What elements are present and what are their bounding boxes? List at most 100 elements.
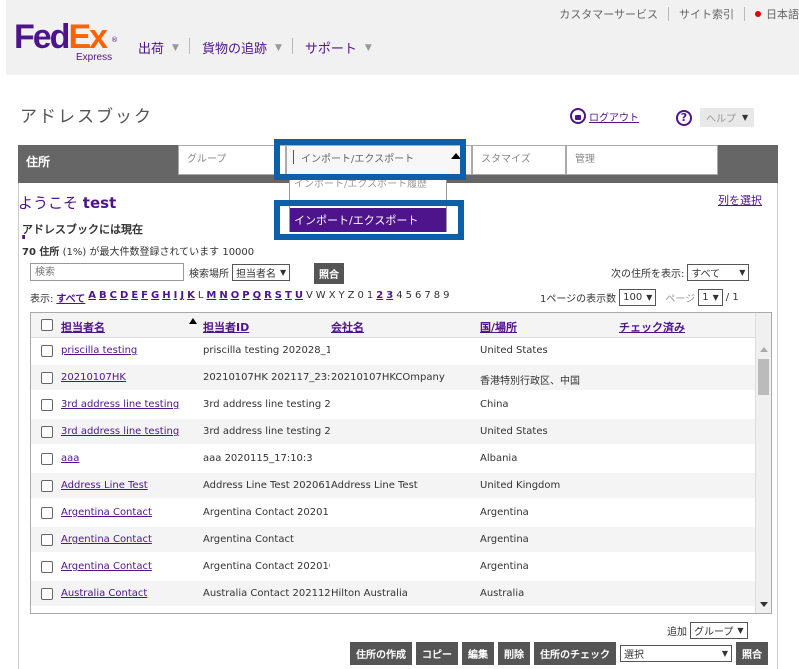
- table-row[interactable]: 20210107HK 20210107HK 202117_23:1: 2021010…: [31, 365, 755, 390]
- cell-contact-name[interactable]: Address Line Test: [61, 480, 198, 491]
- header-contact-name[interactable]: 担当者名: [61, 319, 198, 335]
- create-address-button[interactable]: 住所の作成: [350, 642, 412, 665]
- table-row[interactable]: Address Line Test Address Line Test 20206…: [31, 473, 755, 498]
- alpha-letter-r[interactable]: R: [264, 290, 272, 305]
- cell-contact-name[interactable]: 3rd address line testing: [61, 399, 198, 410]
- page-select[interactable]: 1 ▼: [698, 289, 723, 306]
- row-checkbox[interactable]: [41, 588, 53, 600]
- highlight-box: [274, 139, 466, 180]
- copy-button[interactable]: コピー: [416, 642, 458, 665]
- nav-support[interactable]: サポート ▼: [305, 38, 382, 57]
- alpha-all-link[interactable]: すべて: [56, 290, 85, 305]
- alpha-letter-p[interactable]: P: [242, 290, 249, 305]
- table-row[interactable]: aaa aaa 2020115_17:10:3 Albania: [31, 446, 755, 471]
- scroll-up-icon[interactable]: [760, 347, 768, 352]
- alpha-letter-a[interactable]: A: [88, 290, 96, 305]
- cell-contact-name[interactable]: priscilla testing: [61, 345, 198, 356]
- cell-contact-name[interactable]: Argentina Contact: [61, 561, 198, 572]
- alpha-letter-j[interactable]: J: [180, 290, 184, 305]
- table-row[interactable]: priscilla testing priscilla testing 20202…: [31, 338, 755, 363]
- sitemap-link[interactable]: サイト索引: [679, 6, 734, 22]
- scroll-down-icon[interactable]: [760, 602, 768, 607]
- tab-manage[interactable]: 管理: [566, 145, 718, 175]
- header-contact-id[interactable]: 担当者ID: [203, 319, 330, 335]
- table-row[interactable]: Argentina Contact Argentina Contact 20201…: [31, 500, 755, 525]
- table-row[interactable]: Australia Contact Australia Contact 20211…: [31, 581, 755, 606]
- fedex-logo[interactable]: FedEx ® Express: [14, 20, 118, 63]
- chevron-down-icon: ▼: [172, 42, 179, 53]
- cell-contact-name[interactable]: 3rd address line testing: [61, 426, 198, 437]
- row-checkbox[interactable]: [41, 372, 53, 384]
- cell-country: Argentina: [480, 561, 529, 572]
- row-checkbox[interactable]: [41, 534, 53, 546]
- tab-customize[interactable]: スタマイズ: [472, 145, 566, 175]
- row-checkbox[interactable]: [41, 345, 53, 357]
- header-company[interactable]: 会社名: [331, 319, 473, 335]
- language-link[interactable]: 日本語: [766, 6, 799, 22]
- table-row[interactable]: 3rd address line testing 3rd address line…: [31, 419, 755, 444]
- match-button[interactable]: 照合: [736, 642, 768, 665]
- nav-ship[interactable]: 出荷 ▼: [138, 38, 189, 57]
- group-select[interactable]: グループ ▼: [690, 622, 748, 639]
- help-dropdown[interactable]: ヘルプ ▼: [700, 108, 755, 127]
- table-scrollbar[interactable]: [755, 313, 771, 613]
- alpha-letter-h[interactable]: H: [162, 290, 170, 305]
- header-checked[interactable]: チェック済み: [619, 319, 749, 335]
- cell-contact-name[interactable]: Argentina Contact: [61, 534, 198, 545]
- alpha-letter-q[interactable]: Q: [253, 290, 262, 305]
- alpha-letter-k[interactable]: K: [187, 290, 195, 305]
- tab-group[interactable]: グループ: [178, 145, 286, 175]
- tab-address[interactable]: 住所: [26, 153, 50, 170]
- alpha-letter-c[interactable]: C: [110, 290, 117, 305]
- alpha-letter-2[interactable]: 2: [376, 290, 383, 305]
- select-all-checkbox[interactable]: [41, 319, 53, 331]
- row-checkbox[interactable]: [41, 399, 53, 411]
- header-country[interactable]: 国/場所: [480, 319, 615, 335]
- help[interactable]: ? ヘルプ ▼: [676, 108, 755, 127]
- alpha-letter-x: X: [328, 290, 336, 301]
- row-checkbox[interactable]: [41, 507, 53, 519]
- cell-country: United Kingdom: [480, 480, 561, 491]
- table-row[interactable]: Argentina Contact Argentina Contact Argent…: [31, 527, 755, 552]
- alpha-letter-u[interactable]: U: [295, 290, 303, 305]
- search-button[interactable]: 照合: [314, 263, 344, 284]
- search-input[interactable]: [30, 263, 184, 281]
- edit-button[interactable]: 編集: [462, 642, 494, 665]
- cell-contact-name[interactable]: 20210107HK: [61, 372, 198, 383]
- cell-contact-name[interactable]: aaa: [61, 453, 198, 464]
- customer-service-link[interactable]: カスタマーサービス: [559, 6, 658, 22]
- delete-button[interactable]: 削除: [498, 642, 530, 665]
- alpha-letter-i[interactable]: I: [174, 290, 178, 305]
- alpha-letter-3[interactable]: 3: [386, 290, 393, 305]
- cell-contact-name[interactable]: Australia Contact: [61, 588, 198, 599]
- cell-contact-name[interactable]: Argentina Contact: [61, 507, 198, 518]
- alpha-letter-f[interactable]: F: [141, 290, 148, 305]
- logout-link[interactable]: ログアウト: [589, 109, 639, 124]
- row-checkbox[interactable]: [41, 453, 53, 465]
- alpha-letter-m[interactable]: M: [206, 290, 216, 305]
- alpha-letter-o[interactable]: O: [231, 290, 240, 305]
- per-page-select[interactable]: 100 ▼: [619, 289, 657, 306]
- alpha-letter-s[interactable]: S: [275, 290, 282, 305]
- action-select[interactable]: 選択 ▼: [620, 645, 732, 662]
- row-checkbox[interactable]: [41, 426, 53, 438]
- search-location-select[interactable]: 担当者名 ▼: [232, 264, 291, 281]
- show-addresses-select[interactable]: すべて ▼: [687, 264, 750, 281]
- alpha-letter-n[interactable]: N: [219, 290, 227, 305]
- table-row[interactable]: 3rd address line testing 3rd address line…: [31, 392, 755, 417]
- nav-track[interactable]: 貨物の追跡 ▼: [202, 38, 292, 57]
- row-checkbox[interactable]: [41, 561, 53, 573]
- table-row[interactable]: Argentina Contact Argentina Contact 20201…: [31, 554, 755, 579]
- row-checkbox[interactable]: [41, 480, 53, 492]
- alpha-letter-b[interactable]: B: [99, 290, 107, 305]
- column-select-link[interactable]: 列を選択: [718, 192, 762, 208]
- show-addresses: 次の住所を表示: すべて ▼: [611, 264, 750, 281]
- logout[interactable]: ログアウト: [570, 108, 639, 124]
- alpha-letter-t[interactable]: T: [285, 290, 292, 305]
- check-address-button[interactable]: 住所のチェック: [534, 642, 616, 665]
- help-icon[interactable]: ?: [676, 109, 692, 126]
- scroll-thumb[interactable]: [758, 359, 769, 395]
- alpha-letter-e[interactable]: E: [131, 290, 138, 305]
- alpha-letter-d[interactable]: D: [120, 290, 128, 305]
- alpha-letter-g[interactable]: G: [151, 290, 159, 305]
